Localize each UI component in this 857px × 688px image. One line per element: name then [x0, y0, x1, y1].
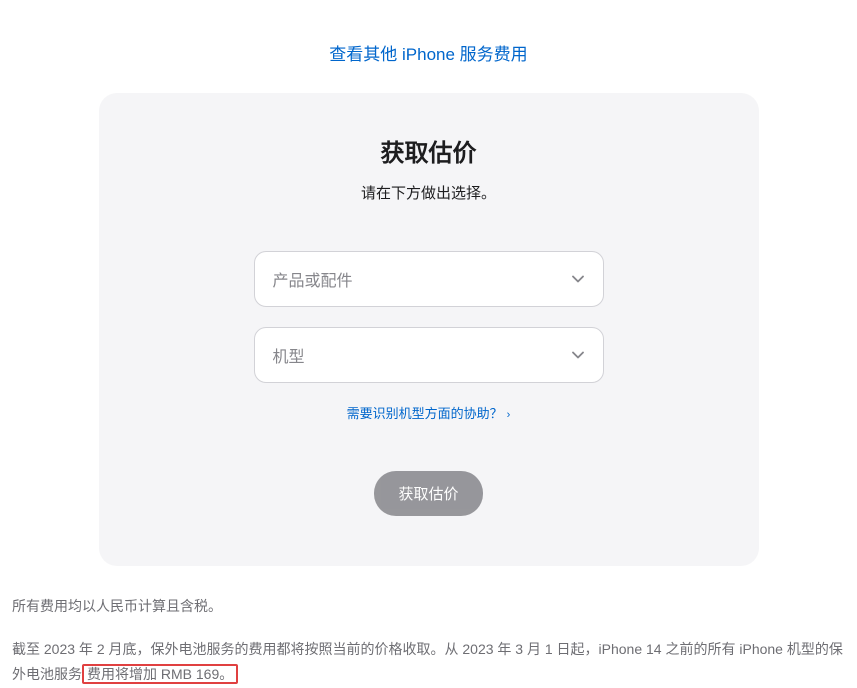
- price-increase-highlight: 费用将增加 RMB 169。: [82, 664, 238, 684]
- footer-line-1: 所有费用均以人民币计算且含税。: [12, 594, 845, 619]
- footer-line-2: 截至 2023 年 2 月底，保外电池服务的费用都将按照当前的价格收取。从 20…: [12, 637, 845, 687]
- footer-disclaimer: 所有费用均以人民币计算且含税。 截至 2023 年 2 月底，保外电池服务的费用…: [0, 566, 857, 688]
- chevron-down-icon: [571, 272, 585, 286]
- identify-model-help-link[interactable]: 需要识别机型方面的协助？ ›: [347, 406, 511, 421]
- chevron-right-icon: ›: [507, 409, 511, 421]
- estimate-card: 获取估价 请在下方做出选择。 产品或配件 机型 需要识别机型方面的协助？ › 获取…: [99, 93, 759, 566]
- model-select-placeholder: 机型: [273, 343, 305, 367]
- card-subtitle: 请在下方做出选择。: [149, 182, 709, 203]
- card-title: 获取估价: [149, 133, 709, 168]
- help-link-text: 需要识别机型方面的协助？: [347, 406, 503, 421]
- other-services-link[interactable]: 查看其他 iPhone 服务费用: [329, 45, 527, 64]
- get-estimate-button[interactable]: 获取估价: [374, 471, 482, 516]
- product-select-placeholder: 产品或配件: [273, 267, 353, 291]
- model-select[interactable]: 机型: [254, 327, 604, 383]
- product-select[interactable]: 产品或配件: [254, 251, 604, 307]
- chevron-down-icon: [571, 348, 585, 362]
